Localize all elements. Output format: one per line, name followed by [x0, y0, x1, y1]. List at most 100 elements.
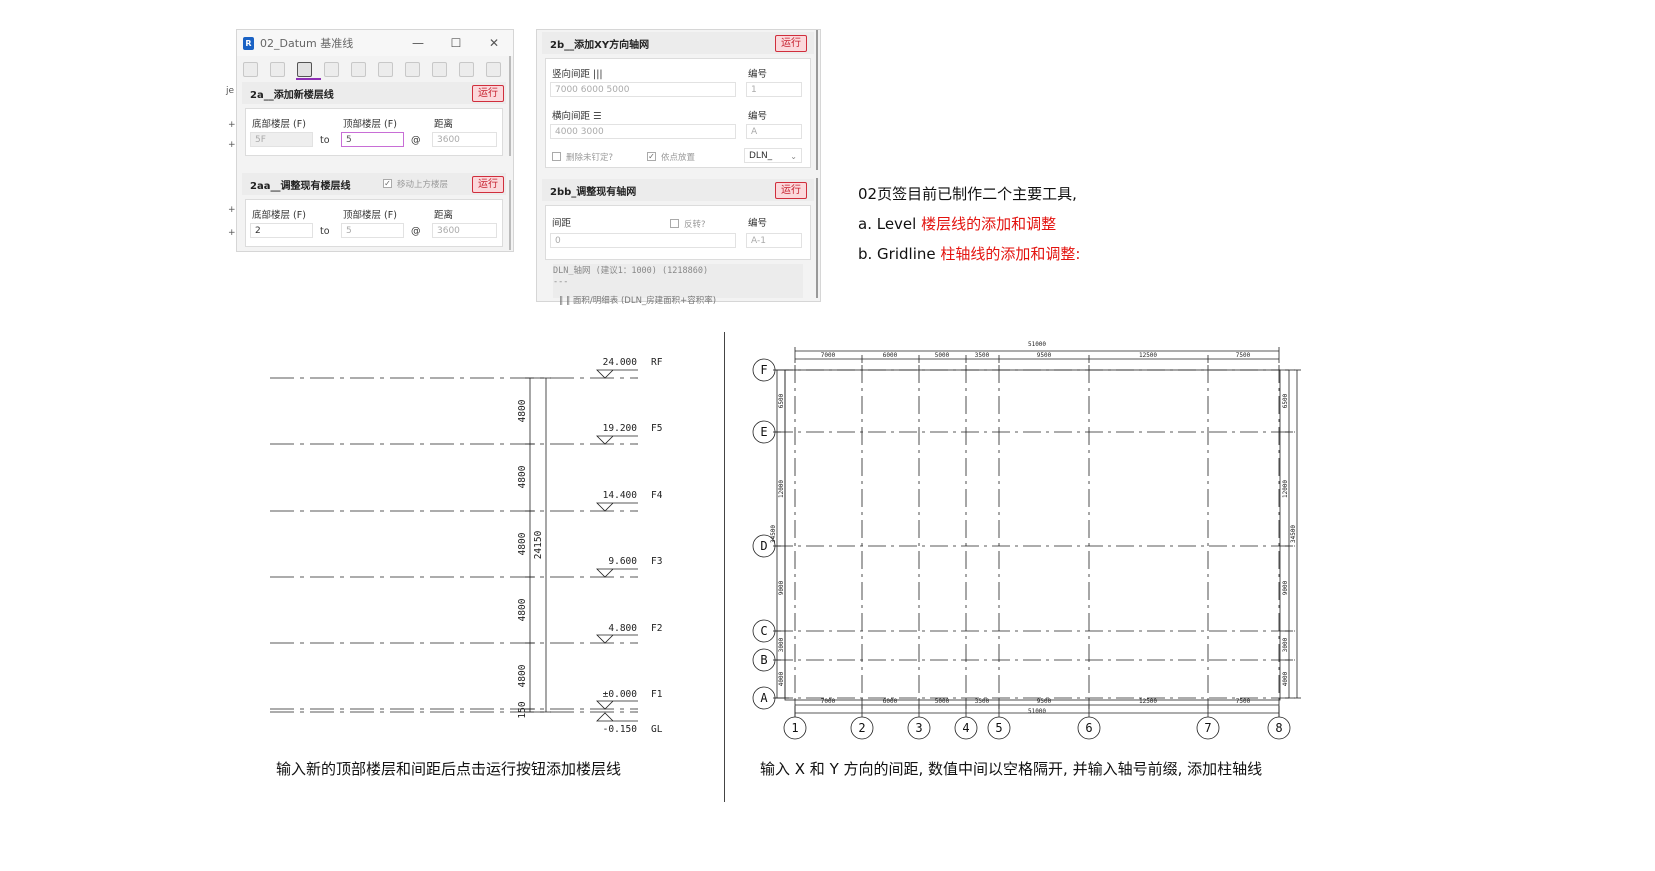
column-start-number-field[interactable]: 1	[746, 82, 802, 97]
total-width-dimension: 51000	[1028, 708, 1046, 715]
row-spacing-dimension: 9000	[778, 580, 785, 595]
level-marker	[596, 568, 638, 578]
prefix-value: DLN_	[749, 151, 773, 161]
view-tool-icon[interactable]	[351, 61, 366, 77]
intro-note-line: 02页签目前已制作二个主要工具,	[858, 185, 1077, 203]
level-name-text: GL	[651, 724, 663, 735]
log-line: ---	[553, 277, 569, 287]
run-2bb-button[interactable]: 运行	[775, 182, 807, 199]
delete-unpinned-checkbox[interactable]	[552, 152, 561, 161]
schedule-tool-icon[interactable]	[432, 61, 447, 77]
panel-2a-body: 底部楼层 (F) 顶部楼层 (F) 距离 5F to 5 @ 3600	[245, 108, 503, 156]
log-line: DLN_轴网 (建议1：1000) (1218860)	[553, 266, 709, 276]
background-app-edge-text: +	[228, 120, 236, 130]
row-spacing-dimension: 4000	[1282, 671, 1289, 686]
reverse-checkbox[interactable]	[670, 219, 679, 228]
grid-plan-drawing: 1 2 3 4 5 6 7 8 F E D C B A 51000 7000 6…	[752, 341, 1301, 740]
log-line: ‖ ‖ 面积/明细表 (DLN_房建面积+容积率)	[559, 296, 717, 306]
datum-tool-icon[interactable]	[297, 61, 312, 77]
number-label: 编号	[748, 111, 768, 122]
level-elevation-text: 4.800	[608, 623, 637, 634]
top-floor-field[interactable]: 5	[341, 223, 404, 238]
level-spacing-dimension: 4800	[517, 598, 528, 621]
revit-app-icon: R	[243, 36, 254, 50]
annotation-tool-icon[interactable]	[378, 61, 393, 77]
run-2a-button[interactable]: 运行	[472, 85, 504, 102]
gridline-tool-window: 2b__添加XY方向轴网 运行 竖向间距 ||| 编号 7000 6000 50…	[536, 29, 821, 306]
row-spacing-dimension: 6500	[1282, 393, 1289, 408]
level-spacing-dimension: 4800	[517, 664, 528, 687]
table-tool-icon[interactable]	[459, 61, 474, 77]
background-app-edge-text: +	[228, 140, 236, 150]
level-name-text: F2	[651, 623, 662, 634]
level-elevation-text: 9.600	[608, 556, 637, 567]
distance-field[interactable]: 3600	[432, 223, 497, 238]
panel-2b-body: 竖向间距 ||| 编号 7000 6000 5000 1 横向间距 ☰ 编号 4…	[545, 58, 811, 168]
at-label: @	[411, 135, 421, 146]
column-label: 4	[962, 721, 969, 735]
run-2b-button[interactable]: 运行	[775, 35, 807, 52]
panel-2bb-body: 间距 反转? 编号 0 A-1	[545, 205, 811, 260]
level-line	[270, 708, 638, 713]
horizontal-spacing-field[interactable]: 4000 3000	[550, 124, 736, 139]
row-spacing-dimension: 12000	[778, 480, 785, 498]
bottom-floor-field[interactable]: 2	[250, 223, 313, 238]
window-scrollbar[interactable]	[509, 56, 511, 156]
level-spacing-dimension: 150	[517, 701, 528, 718]
distance-field[interactable]: 3600	[432, 132, 497, 147]
spacing-field[interactable]: 0	[550, 233, 736, 248]
grid-boundary	[784, 369, 1281, 701]
level-marker	[596, 502, 638, 512]
row-label: F	[760, 363, 767, 377]
top-floor-field[interactable]: 5	[341, 132, 404, 147]
row-label: C	[760, 624, 767, 638]
column-label: 2	[858, 721, 865, 735]
maximize-button[interactable]: ☐	[437, 36, 475, 50]
panel-2aa-title: 2aa__调整现有楼层线	[250, 180, 351, 192]
window-scrollbar[interactable]	[816, 178, 818, 298]
window-scrollbar[interactable]	[816, 30, 818, 170]
panel-2aa-body: 底部楼层 (F) 顶部楼层 (F) 距离 2 to 5 @ 3600	[245, 199, 503, 247]
column-spacing-dimension: 3500	[975, 698, 990, 705]
level-note-highlight: 楼层线的添加和调整	[921, 215, 1057, 233]
bottom-floor-field[interactable]: 5F	[250, 132, 313, 147]
vertical-spacing-field[interactable]: 7000 6000 5000	[550, 82, 736, 97]
section-divider	[724, 332, 725, 802]
level-note-prefix: a. Level	[858, 215, 922, 233]
column-spacing-dimension: 9500	[1037, 698, 1052, 705]
row-spacing-dimension: 6500	[778, 393, 785, 408]
close-button[interactable]: ✕	[475, 36, 513, 50]
export-tool-icon[interactable]	[486, 61, 501, 77]
row-start-number-field[interactable]: A	[746, 124, 802, 139]
reverse-label: 反转?	[684, 220, 706, 230]
prefix-dropdown[interactable]: DLN_ ⌄	[744, 148, 802, 163]
level-note-line: a. Level 楼层线的添加和调整	[858, 213, 1056, 234]
panel-2aa-header: 2aa__调整现有楼层线	[242, 173, 506, 195]
project-info-tool-icon[interactable]	[243, 61, 258, 77]
gridline-note-highlight: 柱轴线的添加和调整:	[940, 245, 1081, 263]
delete-unpinned-label: 删除未钉定?	[566, 153, 614, 163]
window-scrollbar[interactable]	[509, 180, 511, 250]
move-above-checkbox[interactable]: ✓	[383, 179, 392, 188]
level-name-text: RF	[651, 357, 663, 368]
minimize-button[interactable]: —	[399, 36, 437, 50]
family-tool-icon[interactable]	[405, 61, 420, 77]
row-spacing-dimension: 12000	[1282, 480, 1289, 498]
column-spacing-dimension: 6000	[883, 698, 898, 705]
grid-number-field[interactable]: A-1	[746, 233, 802, 248]
tool-tab-bar	[237, 56, 513, 82]
levels-caption: 输入新的顶部楼层和间距后点击运行按钮添加楼层线	[276, 760, 622, 778]
level-spacing-dimension: 4800	[517, 465, 528, 488]
level-elevation-text: 24.000	[603, 357, 638, 368]
row-label: E	[760, 425, 767, 439]
window-titlebar: R 02_Datum 基准线 — ☐ ✕	[237, 30, 513, 56]
run-2aa-button[interactable]: 运行	[472, 176, 504, 193]
snap-to-point-checkbox[interactable]: ✓	[647, 152, 656, 161]
sheet-tool-icon[interactable]	[324, 61, 339, 77]
view-search-tool-icon[interactable]	[270, 61, 285, 77]
top-floor-label: 顶部楼层 (F)	[343, 210, 397, 221]
level-elevation-text: 14.400	[603, 490, 638, 501]
panel-2a-title: 2a__添加新楼层线	[250, 89, 334, 101]
to-label: to	[320, 226, 330, 237]
column-spacing-dimension: 5000	[935, 698, 950, 705]
